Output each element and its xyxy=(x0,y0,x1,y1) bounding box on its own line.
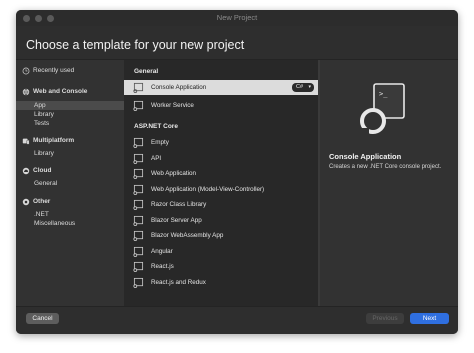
sidebar-item-label: Library xyxy=(34,150,54,157)
title-bar: New Project xyxy=(16,10,458,26)
template-worker-service[interactable]: Worker Service xyxy=(124,98,320,113)
template-list-item[interactable]: React.js xyxy=(124,259,320,274)
template-window-icon xyxy=(133,137,144,148)
template-list-item[interactable]: Angular xyxy=(124,244,320,259)
next-button[interactable]: Next xyxy=(410,313,449,324)
template-label: Blazor WebAssembly App xyxy=(151,232,224,239)
template-label: Web Application xyxy=(151,170,197,177)
template-window-icon xyxy=(133,100,144,111)
sidebar-item-label: Miscellaneous xyxy=(34,220,76,227)
template-window-icon xyxy=(133,199,144,210)
console-app-icon: >_ xyxy=(360,83,405,137)
gear-icon xyxy=(22,198,30,206)
sidebar-item-label: Cloud xyxy=(33,167,52,174)
template-list-item[interactable]: Web Application (Model-View-Controller) xyxy=(124,182,320,197)
sidebar-item-other[interactable]: Other xyxy=(16,197,124,207)
previous-button[interactable]: Previous xyxy=(366,313,404,324)
template-console-application[interactable]: Console Application C# ▾ xyxy=(124,80,320,95)
template-window-icon xyxy=(133,184,144,195)
sidebar-item-multiplatform[interactable]: Multiplatform xyxy=(16,136,124,146)
group-heading-general: General xyxy=(134,68,159,75)
template-label: Angular xyxy=(151,247,173,255)
template-label: Razor Class Library xyxy=(151,201,207,208)
template-label: Empty xyxy=(151,139,169,146)
sidebar-item-label: Multiplatform xyxy=(33,137,75,144)
template-window-icon xyxy=(133,215,144,226)
template-list-item[interactable]: Blazor Server App xyxy=(124,213,320,228)
template-list-item[interactable]: Web Application xyxy=(124,166,320,181)
template-label: Blazor Server App xyxy=(151,216,202,224)
page-title: Choose a template for your new project xyxy=(26,38,245,52)
new-project-window: New Project Choose a template for your n… xyxy=(16,10,458,334)
sidebar-item-label: App xyxy=(34,102,46,109)
template-label: React.js and Redux xyxy=(151,278,206,286)
template-detail-pane: >_ Console Application Creates a new .NE… xyxy=(320,60,458,310)
cancel-button[interactable]: Cancel xyxy=(26,313,59,324)
template-window-icon xyxy=(133,168,144,179)
language-label: C# xyxy=(296,84,304,90)
template-window-icon xyxy=(133,230,144,241)
sidebar-item-label: Recently used xyxy=(33,67,75,74)
template-label: Worker Service xyxy=(151,102,194,109)
template-list: General Console Application C# ▾ Worker … xyxy=(124,60,320,310)
sidebar-item-library[interactable]: Library xyxy=(16,110,124,119)
template-list-item[interactable]: Blazor WebAssembly App xyxy=(124,228,320,243)
template-list-item[interactable]: API xyxy=(124,151,320,166)
sidebar-item-app[interactable]: App xyxy=(16,101,124,110)
template-label: API xyxy=(151,154,162,162)
template-label: Web Application (Model-View-Controller) xyxy=(151,185,265,193)
template-window-icon xyxy=(133,261,144,272)
template-list-item[interactable]: Empty xyxy=(124,135,320,150)
sidebar-item-label: General xyxy=(34,180,58,187)
template-label: Console Application xyxy=(151,84,207,91)
template-window-icon xyxy=(133,82,144,93)
svg-text:>_: >_ xyxy=(379,90,388,98)
devices-icon xyxy=(22,138,30,145)
template-window-icon xyxy=(133,277,144,288)
sidebar-item-dotnet[interactable]: .NET xyxy=(16,210,124,219)
sidebar-item-label: Other xyxy=(33,198,51,205)
window-title: New Project xyxy=(216,13,258,22)
group-heading-aspnet-core: ASP.NET Core xyxy=(134,123,178,130)
detail-title: Console Application xyxy=(329,152,402,161)
template-window-icon xyxy=(133,153,144,164)
sidebar-item-label: Library xyxy=(34,111,54,118)
category-sidebar: Recently used Web and Console App Librar… xyxy=(16,60,124,310)
sidebar-item-web-and-console[interactable]: Web and Console xyxy=(16,87,124,97)
sidebar-item-label: Web and Console xyxy=(33,88,88,95)
dialog-footer: Cancel Previous Next xyxy=(16,306,458,334)
clock-icon xyxy=(22,67,30,75)
sidebar-item-tests[interactable]: Tests xyxy=(16,119,124,128)
sidebar-item-label: Tests xyxy=(34,120,50,127)
dialog-header: Choose a template for your new project xyxy=(16,26,458,60)
template-window-icon xyxy=(133,246,144,257)
sidebar-item-cloud[interactable]: Cloud xyxy=(16,166,124,176)
language-selector[interactable]: C# ▾ xyxy=(292,83,314,92)
globe-icon xyxy=(22,88,30,96)
template-list-item[interactable]: React.js and Redux xyxy=(124,275,320,290)
chevron-down-icon: ▾ xyxy=(308,84,311,90)
template-list-item[interactable]: Razor Class Library xyxy=(124,197,320,212)
detail-description: Creates a new .NET Core console project. xyxy=(329,164,442,170)
template-label: React.js xyxy=(151,263,174,270)
cloud-icon xyxy=(22,167,30,175)
sidebar-item-multiplatform-library[interactable]: Library xyxy=(16,149,124,158)
sidebar-item-recently-used[interactable]: Recently used xyxy=(16,66,124,76)
sidebar-item-label: .NET xyxy=(34,211,49,218)
sidebar-item-miscellaneous[interactable]: Miscellaneous xyxy=(16,219,124,228)
sidebar-item-general[interactable]: General xyxy=(16,179,124,188)
